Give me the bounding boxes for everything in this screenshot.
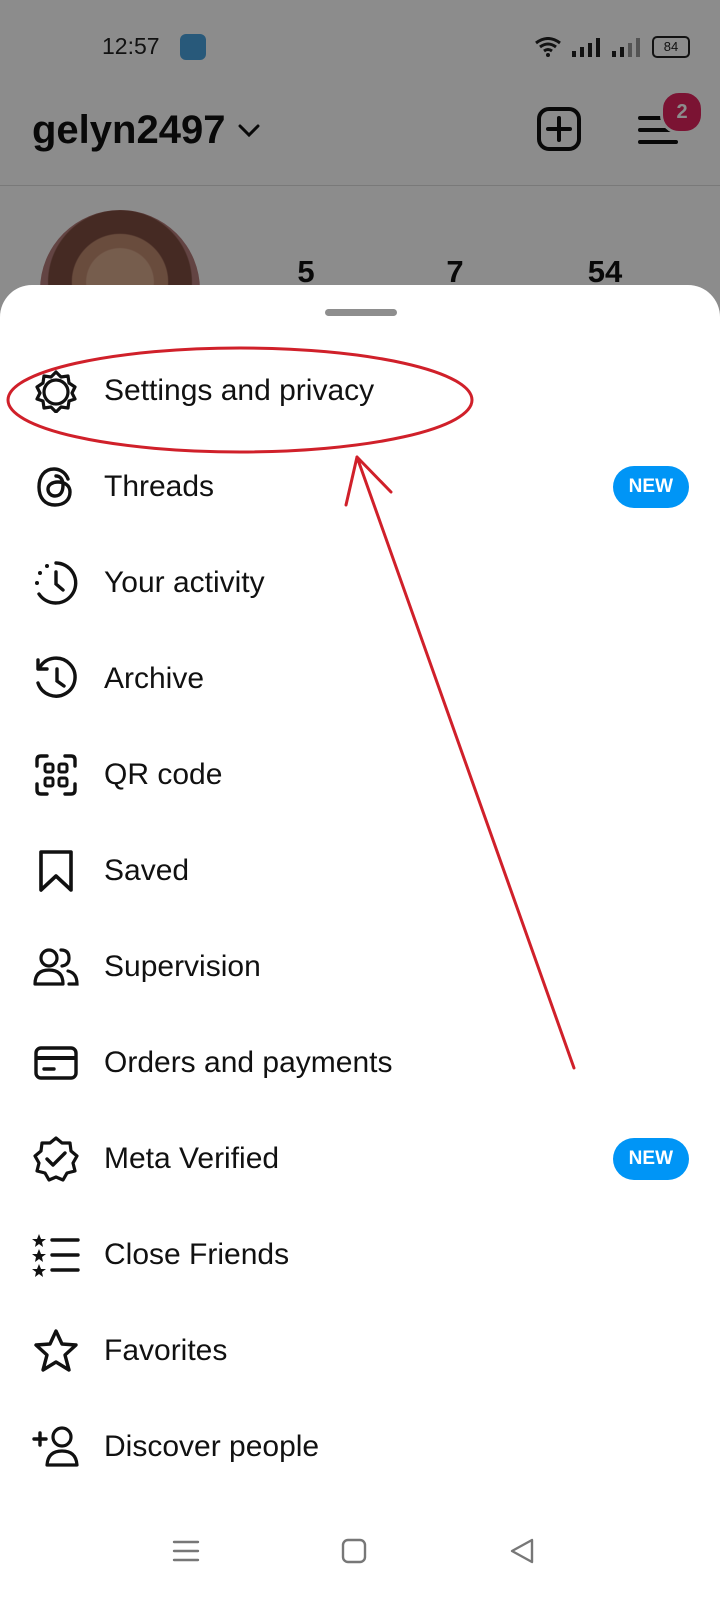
- activity-icon: [30, 557, 82, 609]
- supervision-icon: [30, 941, 82, 993]
- new-badge: NEW: [612, 466, 689, 508]
- archive-icon: [30, 653, 82, 705]
- bookmark-icon: [30, 845, 82, 897]
- menu-item-label: Close Friends: [104, 1238, 290, 1271]
- menu-item-saved[interactable]: Saved: [0, 823, 720, 919]
- menu-item-threads[interactable]: Threads NEW: [0, 439, 720, 535]
- close-friends-icon: [30, 1229, 82, 1281]
- recent-apps-icon[interactable]: [172, 1537, 200, 1565]
- menu-item-settings-and-privacy[interactable]: Settings and privacy: [0, 343, 720, 439]
- menu-item-orders-and-payments[interactable]: Orders and payments: [0, 1015, 720, 1111]
- menu-item-label: Settings and privacy: [104, 374, 375, 407]
- drag-handle[interactable]: [325, 309, 397, 316]
- menu-item-discover-people[interactable]: Discover people: [0, 1399, 720, 1495]
- menu-item-label: Meta Verified: [104, 1142, 280, 1175]
- menu-item-label: Discover people: [104, 1430, 320, 1463]
- menu-item-label: Archive: [104, 662, 205, 695]
- menu-item-close-friends[interactable]: Close Friends: [0, 1207, 720, 1303]
- menu-item-archive[interactable]: Archive: [0, 631, 720, 727]
- menu-item-label: Threads: [104, 470, 215, 503]
- menu-item-label: Orders and payments: [104, 1046, 393, 1079]
- star-icon: [30, 1325, 82, 1377]
- menu-item-supervision[interactable]: Supervision: [0, 919, 720, 1015]
- threads-icon: [30, 461, 82, 513]
- menu-item-label: QR code: [104, 758, 223, 791]
- back-icon[interactable]: [508, 1537, 536, 1565]
- home-icon[interactable]: [340, 1537, 368, 1565]
- menu-list: Settings and privacy Threads NEW Your ac…: [0, 343, 720, 1495]
- add-person-icon: [30, 1421, 82, 1473]
- menu-item-qr-code[interactable]: QR code: [0, 727, 720, 823]
- menu-item-meta-verified[interactable]: Meta Verified NEW: [0, 1111, 720, 1207]
- menu-item-label: Supervision: [104, 950, 261, 983]
- system-nav-bar: [0, 1505, 720, 1600]
- menu-item-label: Saved: [104, 854, 190, 887]
- menu-bottom-sheet: Settings and privacy Threads NEW Your ac…: [0, 285, 720, 1600]
- menu-item-your-activity[interactable]: Your activity: [0, 535, 720, 631]
- menu-item-label: Your activity: [104, 566, 265, 599]
- gear-icon: [30, 365, 82, 417]
- menu-item-favorites[interactable]: Favorites: [0, 1303, 720, 1399]
- menu-item-label: Favorites: [104, 1334, 228, 1367]
- verified-icon: [30, 1133, 82, 1185]
- new-badge: NEW: [612, 1138, 689, 1180]
- card-icon: [30, 1037, 82, 1089]
- qr-code-icon: [30, 749, 82, 801]
